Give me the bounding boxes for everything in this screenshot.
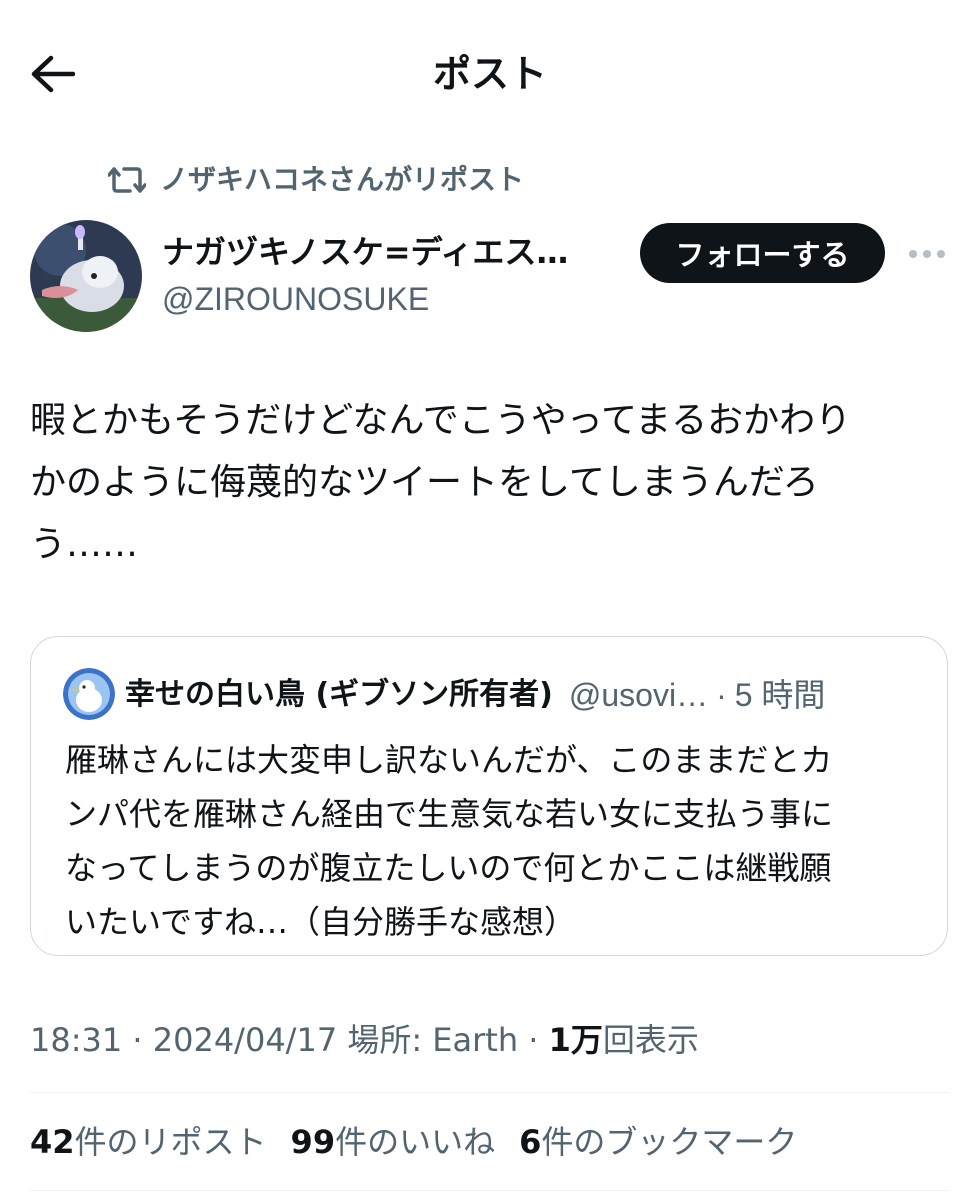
quote-line: ンパ代を雁琳さん経由で生意気な若い女に支払う事に	[65, 795, 834, 833]
tweet-text: 暇とかもそうだけどなんでこうやってまるおかわり かのように侮蔑的なツイートをして…	[30, 390, 955, 576]
quote-text: 雁琳さんには大変申し訳ないんだが、このままだとカ ンパ代を雁琳さん経由で生意気な…	[65, 733, 925, 949]
engagement-stats: 42件のリポスト 99件のいいね 6件のブックマーク	[30, 1118, 797, 1166]
meta-separator: ·	[528, 1021, 539, 1059]
likes-count: 99	[290, 1123, 336, 1161]
quote-author-name[interactable]: 幸せの白い鳥 (ギブソン所有者)	[125, 673, 553, 717]
avatar[interactable]	[30, 220, 142, 332]
quote-avatar[interactable]	[63, 668, 115, 720]
bookmarks-label: 件のブックマーク	[541, 1123, 798, 1161]
divider	[30, 1092, 950, 1093]
reposts-label: 件のリポスト	[74, 1123, 267, 1161]
quote-line: いたいですね…（自分勝手な感想）	[65, 903, 577, 941]
follow-button[interactable]: フォローする	[640, 223, 885, 283]
likes-stat[interactable]: 99件のいいね	[291, 1118, 496, 1166]
reposts-count: 42	[30, 1123, 75, 1161]
quote-timestamp[interactable]: 5 時間	[735, 673, 826, 717]
bookmarks-stat[interactable]: 6件のブックマーク	[519, 1118, 797, 1166]
quote-line: なってしまうのが腹立たしいので何とかここは継戦願	[65, 849, 832, 887]
tweet-line: 暇とかもそうだけどなんでこうやってまるおかわり	[30, 400, 852, 441]
quote-author-handle[interactable]: @usovi…	[569, 673, 708, 717]
dot	[909, 250, 917, 258]
display-name[interactable]: ナガヅキノスケ=ディエス…	[162, 226, 568, 278]
quote-header: 幸せの白い鳥 (ギブソン所有者) @usovi… · 5 時間	[125, 673, 825, 717]
page-title: ポスト	[432, 52, 547, 96]
tweet-line: かのように侮蔑的なツイートをしてしまうんだろ	[30, 462, 819, 503]
user-handle[interactable]: @ZIROUNOSUKE	[162, 274, 429, 324]
post-location: 場所: Earth	[347, 1021, 519, 1059]
dot	[937, 250, 945, 258]
more-dots-icon[interactable]	[905, 236, 949, 272]
views-label: 回表示	[602, 1021, 699, 1059]
likes-label: 件のいいね	[335, 1123, 496, 1161]
repost-icon	[108, 167, 146, 193]
post-time[interactable]: 18:31	[30, 1021, 122, 1059]
tweet-line: う……	[30, 524, 139, 565]
quote-separator: ·	[716, 677, 727, 713]
divider	[30, 1190, 950, 1191]
repost-indicator[interactable]: ノザキハコネさんがリポスト	[108, 158, 524, 202]
repost-text: ノザキハコネさんがリポスト	[160, 163, 525, 196]
bookmarks-count: 6	[519, 1123, 542, 1161]
tweet-meta: 18:31 · 2024/04/17 場所: Earth · 1万回表示	[30, 1016, 699, 1064]
views-count: 1万	[548, 1021, 603, 1059]
quote-line: 雁琳さんには大変申し訳ないんだが、このままだとカ	[65, 741, 833, 779]
quote-tweet-card[interactable]: 幸せの白い鳥 (ギブソン所有者) @usovi… · 5 時間 雁琳さんには大変…	[30, 636, 948, 956]
reposts-stat[interactable]: 42件のリポスト	[30, 1118, 267, 1166]
post-date[interactable]: 2024/04/17	[153, 1021, 337, 1059]
dot	[923, 250, 931, 258]
meta-separator: ·	[132, 1021, 143, 1059]
